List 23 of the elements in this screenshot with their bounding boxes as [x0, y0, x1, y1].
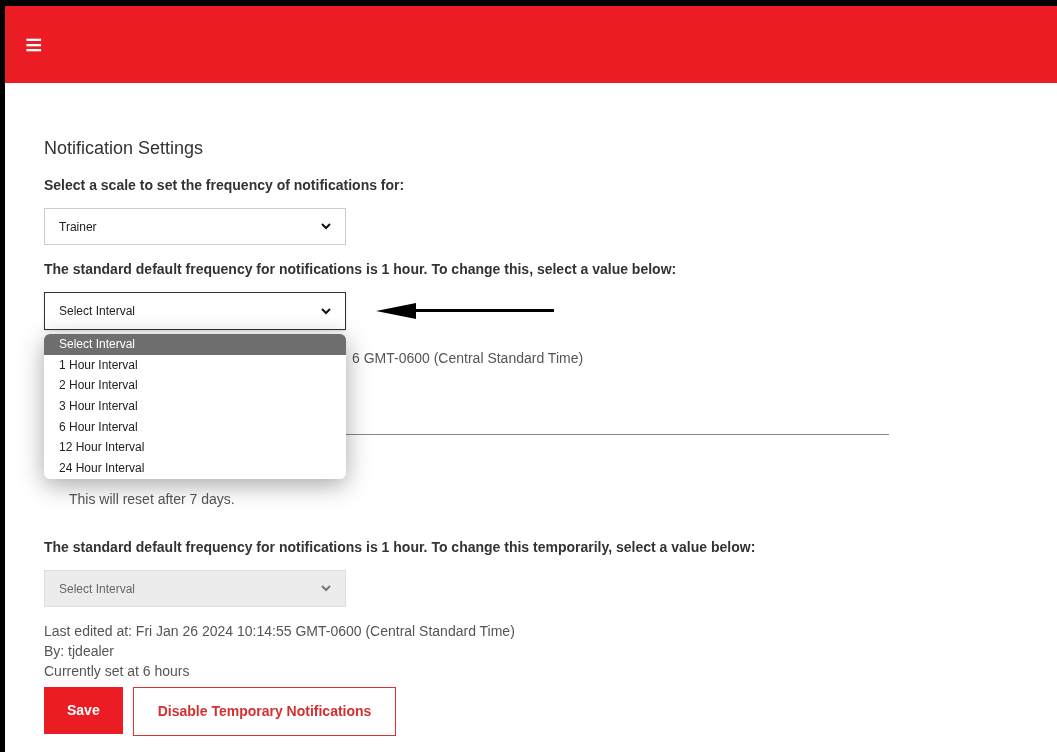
- info-text: Currently set at 6 hours: [44, 662, 191, 681]
- dropdown-option[interactable]: 12 Hour Interval: [44, 437, 346, 459]
- chevron-down-icon: [321, 307, 331, 315]
- info-text: Last edited at: Fri Jan 26 2024 10:14:55 GMT-0600 (Central Standard Time): [44, 622, 516, 641]
- dropdown-option[interactable]: 2 Hour Interval: [44, 375, 346, 397]
- section-title: Notification Settings: [44, 137, 205, 160]
- dropdown-option[interactable]: 6 Hour Interval: [44, 416, 346, 438]
- field-label: The standard default frequency for notifications is 1 hour. To change this temporarily, select a value below:: [44, 538, 757, 557]
- scale-select[interactable]: Trainer: [44, 208, 346, 245]
- dropdown-option[interactable]: 3 Hour Interval: [44, 396, 346, 417]
- save-button[interactable]: Save: [44, 687, 123, 734]
- disable-button[interactable]: Disable Temporary Notifications: [132, 687, 397, 736]
- reset-note: This will reset after 7 days.: [68, 490, 236, 509]
- field-label: Select a scale to set the frequency of notifications for:: [44, 176, 406, 195]
- last-edited-text: 6 GMT-0600 (Central Standard Time): [352, 349, 584, 368]
- dropdown-option[interactable]: Select Interval: [44, 334, 346, 355]
- interval-select[interactable]: Select Interval: [44, 292, 346, 330]
- dropdown-option[interactable]: 1 Hour Interval: [44, 354, 346, 376]
- info-text: By: tjdealer: [44, 642, 116, 661]
- chevron-down-icon: [321, 585, 331, 592]
- dropdown-option[interactable]: 24 Hour Interval: [44, 458, 346, 479]
- field-label: The standard default frequency for notifications is 1 hour. To change this, select a value below:: [44, 260, 678, 279]
- chevron-down-icon: [321, 223, 331, 230]
